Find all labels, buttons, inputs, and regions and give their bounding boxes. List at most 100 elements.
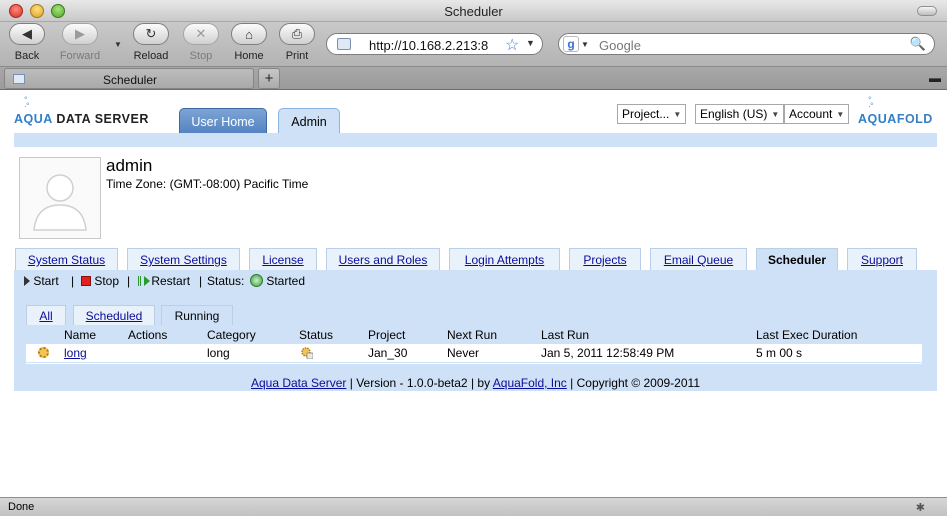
tab-support[interactable]: Support — [847, 248, 917, 270]
tab-email-queue[interactable]: Email Queue — [650, 248, 747, 270]
stop-button[interactable]: ✕ — [183, 23, 219, 45]
tab-system-settings[interactable]: System Settings — [127, 248, 240, 270]
job-next-run: Never — [447, 346, 480, 360]
address-bar[interactable]: http://10.168.2.213:8 ☆ ▼ — [326, 33, 543, 55]
browser-statusbar: Done ✱ — [0, 497, 947, 516]
search-bar[interactable]: g ▼ Google 🔍 — [558, 33, 935, 55]
user-timezone: Time Zone: (GMT:-08:00) Pacific Time — [106, 177, 309, 191]
logo-bubbles-icon: ° ·° — [24, 95, 30, 111]
home-icon: ⌂ — [245, 26, 253, 42]
tab-admin[interactable]: Admin — [278, 108, 340, 133]
user-name: admin — [106, 156, 153, 175]
aqua-data-server-logo: ° ·° AQUA DATA SERVER — [14, 95, 149, 127]
page-favicon-icon — [337, 38, 351, 50]
column-header[interactable]: Actions — [128, 328, 167, 342]
column-header[interactable]: Project — [368, 328, 405, 342]
job-gear-icon — [38, 347, 49, 358]
home-button[interactable]: ⌂ — [231, 23, 267, 45]
browser-tab-scheduler[interactable]: Scheduler — [4, 68, 254, 89]
window-titlebar: Scheduler — [0, 0, 947, 22]
new-tab-button[interactable]: + — [258, 68, 280, 89]
search-engine-dropdown-icon[interactable]: ▼ — [581, 40, 589, 49]
aqua-data-server-link[interactable]: Aqua Data Server — [251, 376, 346, 390]
toolbar-toggle-button[interactable] — [917, 6, 937, 16]
header-divider-band — [14, 133, 937, 147]
web-page: ° ·° AQUA DATA SERVER User Home Admin Pro… — [0, 91, 947, 496]
back-arrow-icon: ◀ — [22, 26, 32, 41]
reload-icon: ↻ — [145, 26, 157, 41]
search-input[interactable]: Google — [599, 38, 641, 53]
page-footer: Aqua Data Server | Version - 1.0.0-beta2… — [14, 375, 937, 391]
forward-arrow-icon: ▶ — [75, 26, 85, 41]
status-text: Done — [8, 501, 35, 513]
history-dropdown-icon[interactable]: ▼ — [114, 40, 122, 49]
separator: | — [127, 274, 131, 288]
version-text: Version - 1.0.0-beta2 — [356, 376, 468, 390]
tab-system-status[interactable]: System Status — [15, 248, 118, 270]
aquafold-logo[interactable]: ° ·° AQUAFOLD — [858, 95, 938, 127]
tab-users-and-roles[interactable]: Users and Roles — [326, 248, 440, 270]
url-dropdown-icon[interactable]: ▼ — [526, 38, 535, 48]
job-category: long — [207, 346, 230, 360]
tab-license[interactable]: License — [249, 248, 317, 270]
separator: | — [71, 274, 75, 288]
reload-button[interactable]: ↻ — [133, 23, 169, 45]
chevron-down-icon: ▼ — [836, 110, 845, 119]
language-select[interactable]: English (US) ▼ — [695, 104, 785, 124]
account-select[interactable]: Account ▼ — [784, 104, 850, 124]
forward-label: Forward — [59, 50, 101, 62]
status-label: Status: — [207, 274, 245, 288]
scheduler-control-bar: Start | Stop | Restart | Status: Started — [14, 270, 937, 292]
column-header[interactable]: Last Run — [541, 328, 589, 342]
running-status-icon — [301, 347, 314, 362]
column-header[interactable]: Last Exec Duration — [756, 328, 857, 342]
column-header[interactable]: Next Run — [447, 328, 497, 342]
chevron-down-icon: ▼ — [673, 110, 682, 119]
column-header[interactable]: Category — [207, 328, 256, 342]
search-icon[interactable]: 🔍 — [910, 36, 926, 52]
print-label: Print — [285, 50, 309, 62]
job-last-run: Jan 5, 2011 12:58:49 PM — [541, 346, 675, 360]
back-button[interactable]: ◀ — [9, 23, 45, 45]
subtab-all[interactable]: All — [26, 305, 66, 325]
print-button[interactable]: ⎙ — [279, 23, 315, 45]
user-silhouette-icon — [33, 174, 87, 231]
project-select[interactable]: Project... ▼ — [617, 104, 687, 124]
tab-scheduler[interactable]: Scheduler — [756, 248, 838, 270]
tab-user-home[interactable]: User Home — [179, 108, 267, 133]
column-header[interactable]: Status — [299, 328, 333, 342]
restart-control[interactable]: Restart — [138, 274, 190, 288]
tab-login-attempts[interactable]: Login Attempts — [449, 248, 560, 270]
chevron-down-icon: ▼ — [771, 110, 780, 119]
stop-control[interactable]: Stop — [81, 274, 119, 288]
tab-menu-icon[interactable]: ▬ — [929, 71, 941, 85]
copyright-text: Copyright © 2009-2011 — [576, 376, 700, 390]
logo-bubbles-icon: ° ·° — [868, 95, 874, 111]
url-text[interactable]: http://10.168.2.213:8 — [369, 38, 488, 53]
browser-tab-label: Scheduler — [102, 73, 158, 87]
google-icon[interactable]: g — [563, 36, 579, 52]
subtab-running[interactable]: Running — [161, 305, 233, 325]
restart-icon — [138, 276, 150, 286]
back-label: Back — [14, 50, 40, 62]
bookmark-star-icon[interactable]: ☆ — [505, 35, 519, 55]
status-value: Started — [250, 274, 305, 288]
activity-icon: ✱ — [915, 502, 925, 514]
separator: | — [199, 274, 203, 288]
play-icon — [24, 276, 30, 286]
browser-tabstrip: Scheduler + ▬ — [0, 66, 947, 90]
table-row: long long Jan_30 Never Jan 5, 2011 12:58… — [26, 344, 922, 363]
printer-icon: ⎙ — [291, 26, 303, 41]
subtab-scheduled[interactable]: Scheduled — [73, 305, 155, 325]
started-status-icon — [250, 274, 263, 287]
job-duration: 5 m 00 s — [756, 346, 803, 360]
job-project: Jan_30 — [368, 346, 408, 360]
forward-button[interactable]: ▶ — [62, 23, 98, 45]
jobs-table-header: Name Actions Category Status Project Nex… — [26, 326, 922, 344]
column-header[interactable]: Name — [64, 328, 96, 342]
start-control[interactable]: Start — [24, 274, 59, 288]
job-name-link[interactable]: long — [64, 346, 87, 360]
tab-projects[interactable]: Projects — [569, 248, 641, 270]
stop-x-icon: ✕ — [195, 26, 207, 41]
aquafold-link[interactable]: AquaFold, Inc — [493, 376, 567, 390]
